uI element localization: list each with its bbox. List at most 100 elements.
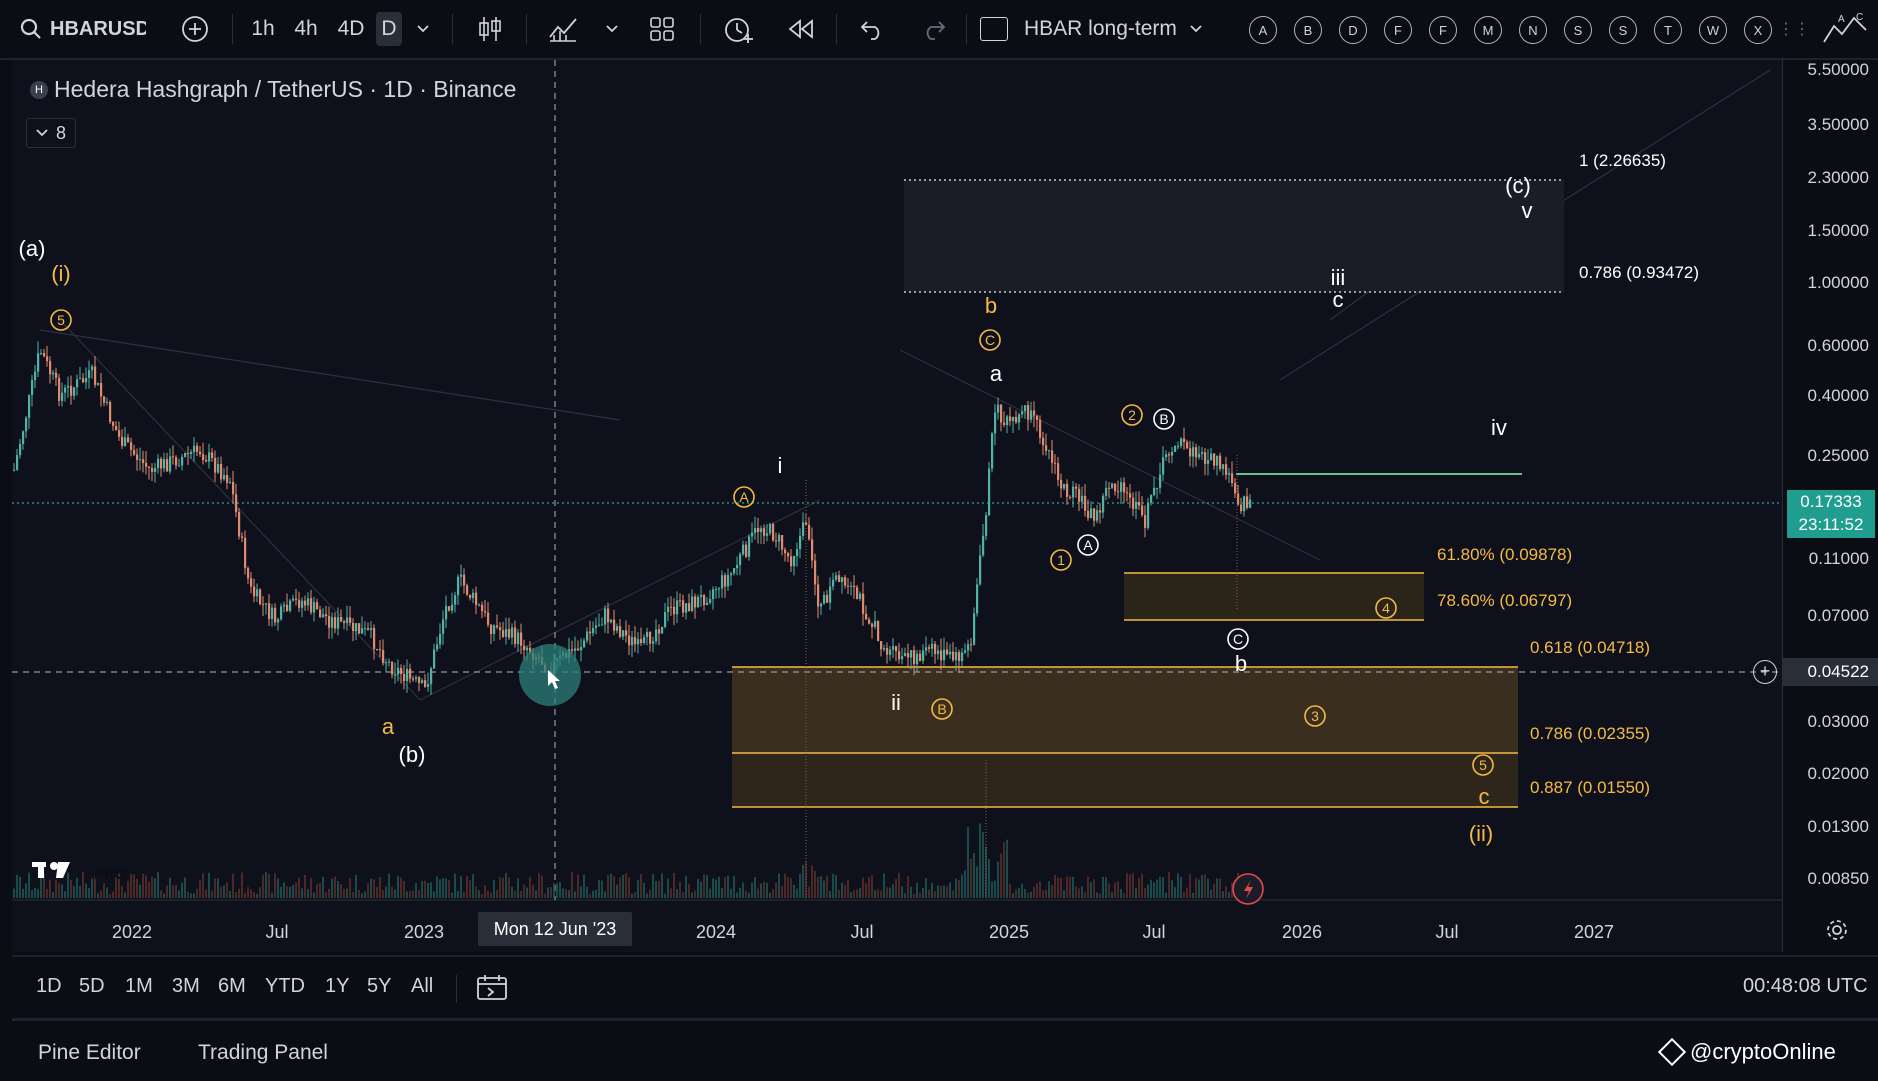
goto-date-button[interactable]: [476, 973, 508, 1006]
volume-bar: [196, 888, 198, 898]
toolbar-letter-button[interactable]: W: [1699, 16, 1727, 44]
crosshair-date-tag: Mon 12 Jun '23: [478, 912, 632, 946]
toolbar-letter-button[interactable]: S: [1609, 16, 1637, 44]
range-6m[interactable]: 6M: [218, 975, 246, 998]
toolbar-letter-button[interactable]: S: [1564, 16, 1592, 44]
candle-body: [571, 649, 574, 651]
range-5y[interactable]: 5Y: [367, 975, 391, 998]
interval-4d[interactable]: 4D: [334, 12, 368, 46]
redo-button[interactable]: [918, 12, 950, 46]
toolbar-letter-button[interactable]: T: [1654, 16, 1682, 44]
toolbar-letter-button[interactable]: X: [1744, 16, 1772, 44]
alert-button[interactable]: [720, 12, 756, 46]
candle-body: [832, 579, 835, 587]
utc-clock[interactable]: 00:48:08 UTC: [1743, 975, 1868, 998]
price-label: 0.02000: [1807, 764, 1869, 783]
wave-label-a-low: a: [382, 714, 395, 739]
fib-label-1: 1 (2.26635): [1579, 151, 1666, 170]
volume-bar: [73, 886, 75, 898]
candle-body: [313, 602, 316, 613]
range-1y[interactable]: 1Y: [325, 975, 349, 998]
candle-body: [1195, 447, 1198, 458]
range-5d[interactable]: 5D: [79, 975, 105, 998]
candle-body: [799, 535, 802, 550]
candle-body: [250, 578, 253, 587]
trading-panel-tab[interactable]: Trading Panel: [198, 1041, 328, 1065]
range-1m[interactable]: 1M: [125, 975, 153, 998]
indicators-collapse-button[interactable]: 8: [26, 118, 76, 148]
candle-body: [1189, 448, 1192, 457]
price-axis[interactable]: 5.50000 3.50000 2.30000 1.50000 1.00000 …: [1753, 60, 1878, 952]
volume-bar: [1093, 879, 1095, 898]
range-ytd[interactable]: YTD: [265, 975, 305, 998]
compare-add-button[interactable]: [178, 12, 212, 46]
volume-bar: [979, 823, 981, 898]
layout-button[interactable]: [646, 12, 678, 46]
candle-body: [1153, 487, 1156, 496]
time-label: Jul: [1435, 922, 1459, 942]
volume-bar: [811, 865, 813, 898]
toolbar-letter-button[interactable]: F: [1429, 16, 1457, 44]
interval-dropdown[interactable]: [412, 12, 434, 46]
volume-bar: [973, 853, 975, 898]
volume-bar: [724, 877, 726, 898]
toolbar-letter-button[interactable]: A: [1249, 16, 1277, 44]
toolbar-letter-button[interactable]: F: [1384, 16, 1412, 44]
replay-button[interactable]: [784, 12, 818, 46]
volume-bar: [151, 876, 153, 898]
layout-name: HBAR long-term: [1024, 17, 1177, 40]
candle-body: [997, 404, 1000, 413]
candle-body: [289, 600, 292, 611]
candle-body: [490, 624, 493, 635]
toolbar-letter-button[interactable]: M: [1474, 16, 1502, 44]
settings-gear-icon[interactable]: [1825, 918, 1849, 947]
price-chart[interactable]: (a) (i) 5 (b) a A i ii B b C a 2 B 1 A C…: [12, 60, 1794, 952]
candle-body: [688, 603, 691, 611]
toolbar-letter-button[interactable]: N: [1519, 16, 1547, 44]
indicators-button[interactable]: [546, 12, 580, 46]
undo-icon: [860, 21, 880, 40]
toolbar-letter-button[interactable]: B: [1294, 16, 1322, 44]
range-3m[interactable]: 3M: [172, 975, 200, 998]
volume-bar: [1012, 893, 1014, 898]
chevron-down-icon: [417, 25, 429, 33]
pine-editor-tab[interactable]: Pine Editor: [38, 1041, 141, 1065]
candle-body: [661, 626, 664, 634]
wave-label-b-white: b: [1235, 651, 1247, 676]
price-label: 0.07000: [1807, 606, 1869, 625]
range-1d[interactable]: 1D: [36, 975, 62, 998]
toolbar-letter-button[interactable]: D: [1339, 16, 1367, 44]
candle-body: [1225, 464, 1228, 475]
volume-bar: [1192, 892, 1194, 898]
legend-title[interactable]: Hedera Hashgraph / TetherUS · 1D · Binan…: [54, 76, 516, 103]
candle-body: [1075, 486, 1078, 489]
symbol-search[interactable]: HBARUSD: [20, 12, 152, 46]
price-label: 1.00000: [1807, 273, 1869, 292]
interval-d-active[interactable]: D: [376, 12, 402, 46]
chart-type-button[interactable]: [474, 12, 506, 46]
volume-bar: [1033, 886, 1035, 898]
candle-body: [700, 595, 703, 597]
wave-tool-icon[interactable]: AC: [1820, 12, 1872, 46]
undo-button[interactable]: [856, 12, 888, 46]
candle-body: [259, 589, 262, 605]
interval-4h[interactable]: 4h: [290, 12, 322, 46]
volume-bar: [625, 873, 627, 898]
volume-bar: [1141, 873, 1143, 898]
time-axis[interactable]: 2022 Jul 2023 Mon 12 Jun '23 2024 Jul 20…: [12, 900, 1782, 952]
volume-bar: [361, 893, 363, 898]
volume-bar: [1087, 876, 1089, 898]
volume-bar: [559, 882, 561, 898]
indicators-dropdown[interactable]: [602, 12, 622, 46]
hedera-logo-icon: H: [30, 80, 48, 99]
range-all[interactable]: All: [411, 975, 433, 998]
interval-1h[interactable]: 1h: [248, 12, 278, 46]
add-alert-plus-icon[interactable]: +: [1753, 660, 1777, 684]
volume-bar: [757, 888, 759, 898]
price-label: 1.50000: [1807, 221, 1869, 240]
candle-body: [1198, 453, 1201, 458]
drag-handle-icon[interactable]: ⋮⋮: [1778, 12, 1810, 46]
volume-bar: [307, 889, 309, 898]
layout-select[interactable]: HBAR long-term: [980, 12, 1230, 46]
wave-label-ii-paren: (ii): [1469, 821, 1493, 846]
